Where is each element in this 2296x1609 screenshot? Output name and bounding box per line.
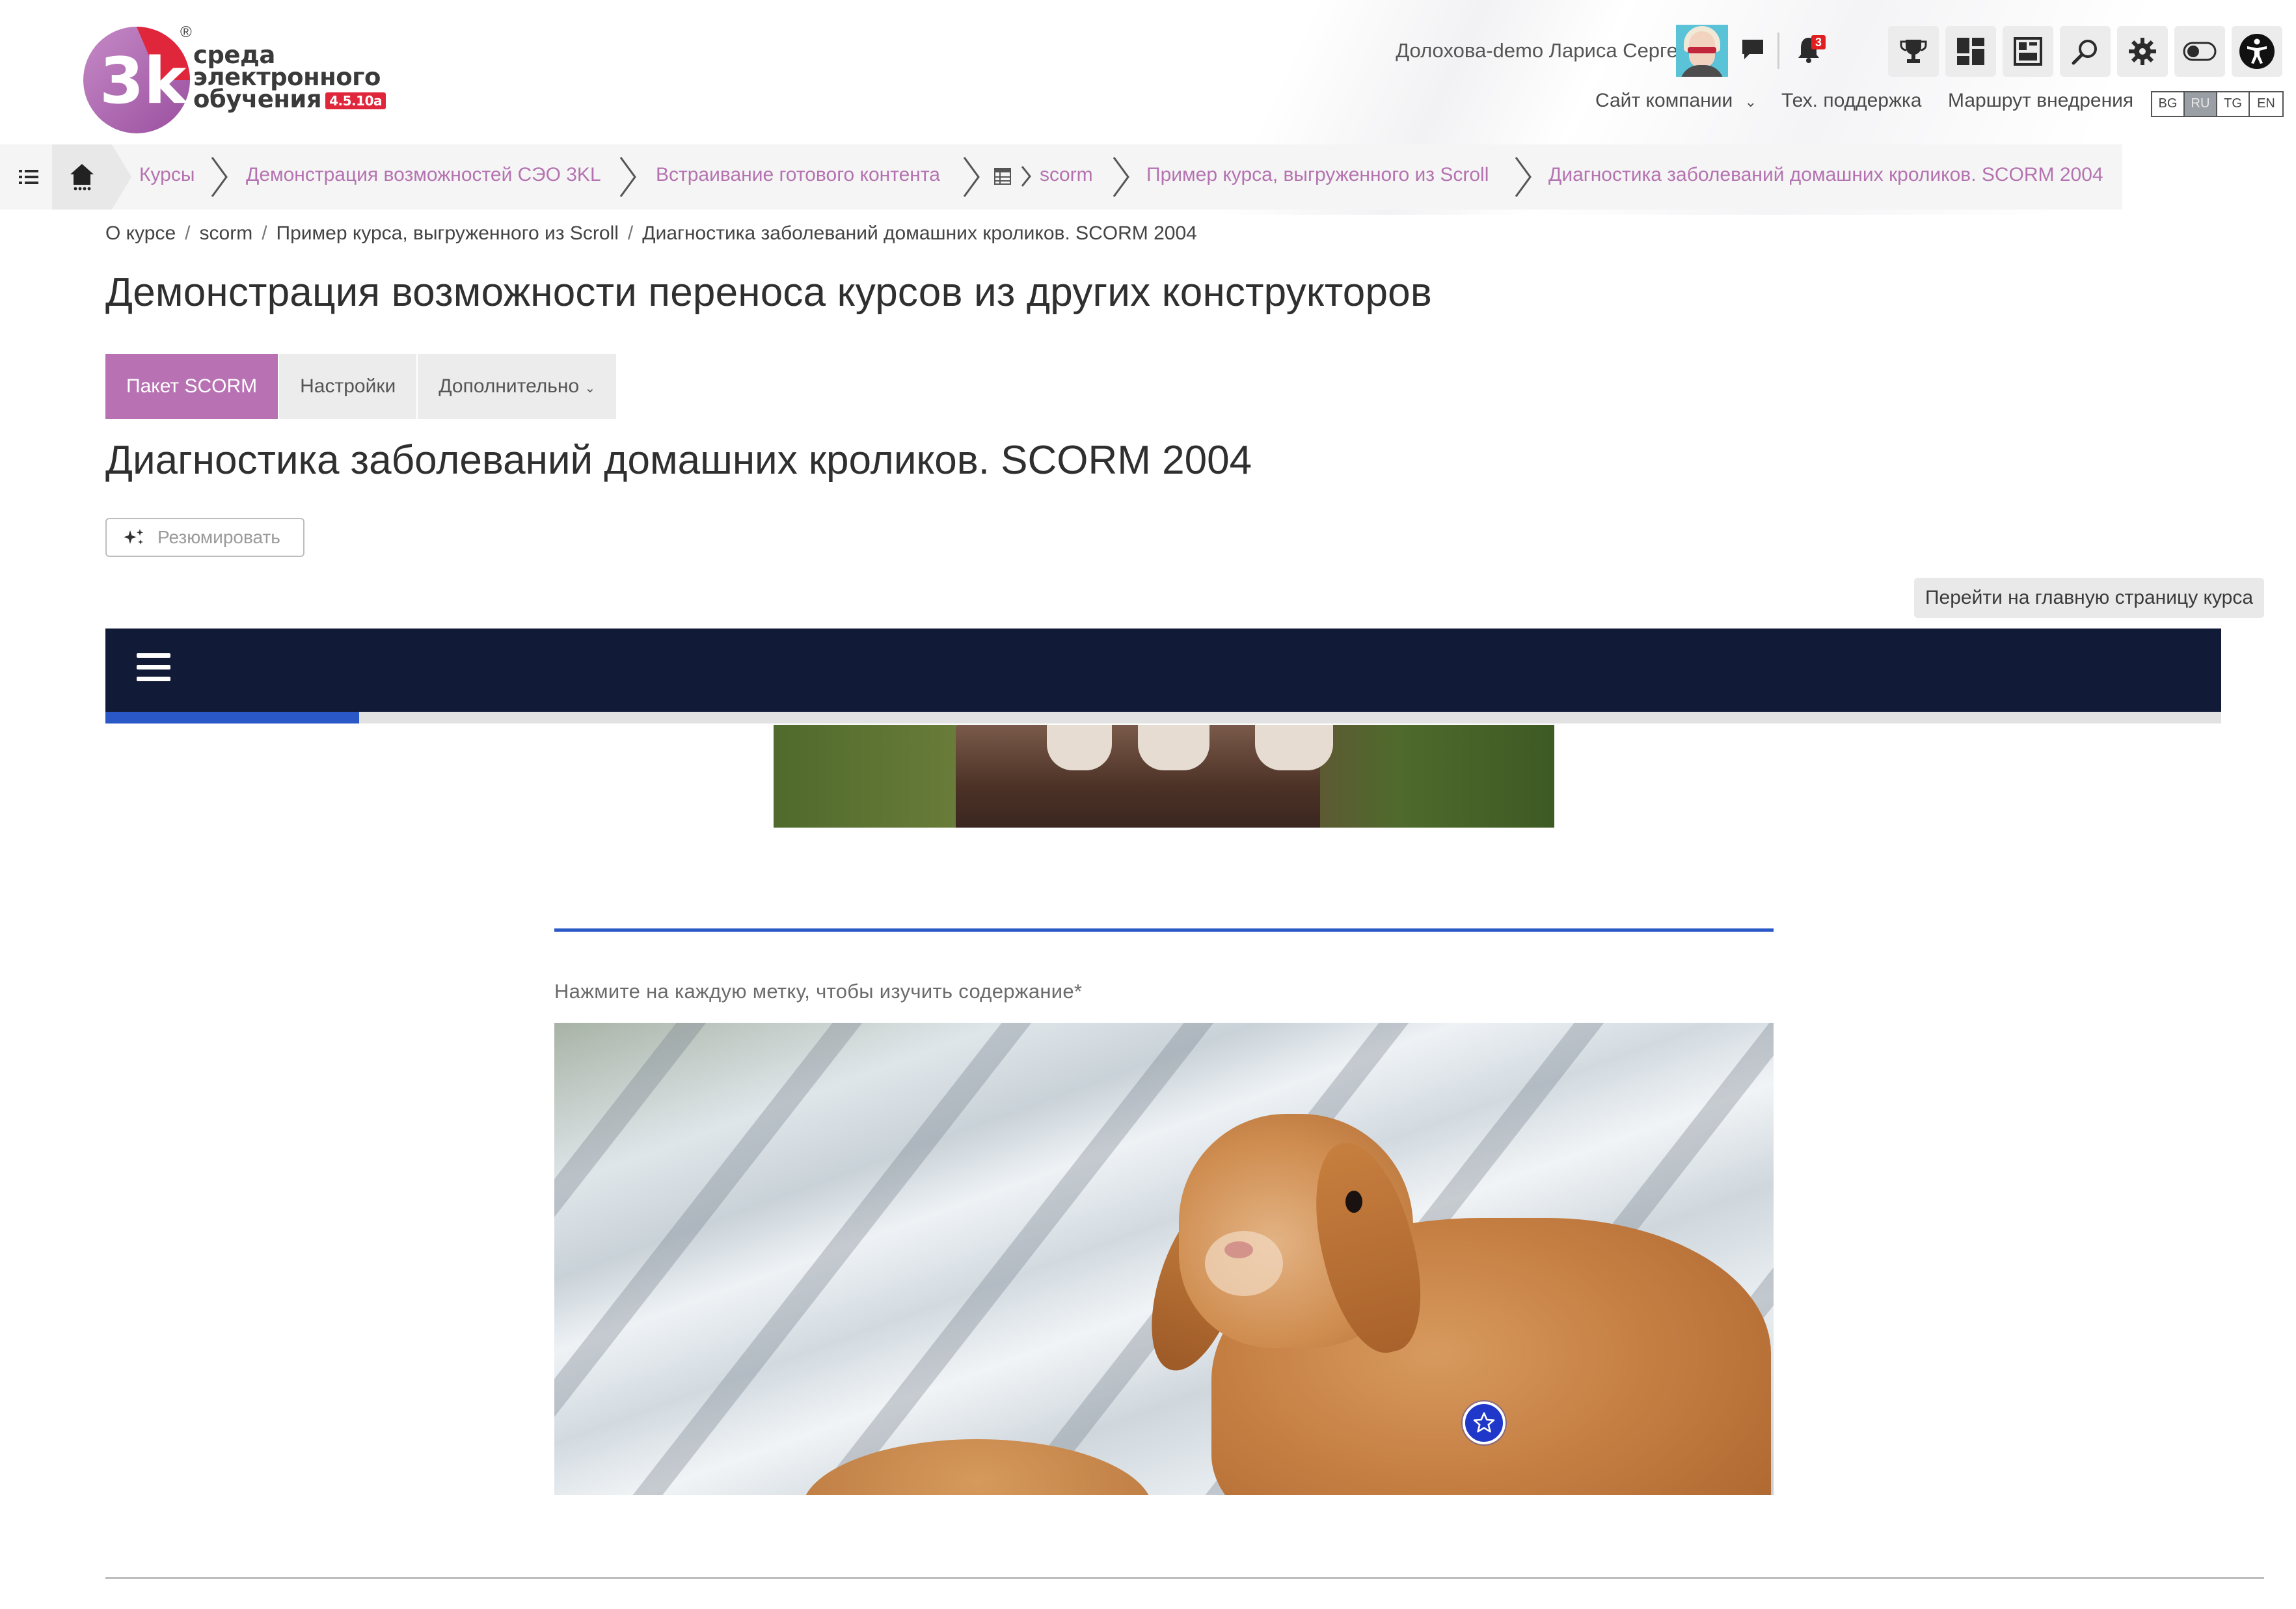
chevron-right-icon	[1113, 157, 1129, 197]
logo-line-3: обучения	[193, 85, 322, 113]
sub-breadcrumb: О курсе / scorm / Пример курса, выгруженного…	[105, 223, 1197, 245]
sub-breadcrumb-scorm[interactable]: scorm	[200, 223, 253, 244]
footer-divider	[105, 1577, 2264, 1579]
support-link[interactable]: Тех. поддержка	[1781, 90, 1922, 112]
version-badge: 4.5.10a	[325, 92, 386, 109]
grades-icon[interactable]	[2003, 26, 2053, 77]
sub-breadcrumb-current: Диагностика заболеваний домашних кролико…	[642, 223, 1197, 244]
gear-icon[interactable]	[2117, 26, 2168, 77]
scorm-title: Диагностика заболеваний домашних кролико…	[105, 438, 1252, 483]
chevron-right-icon	[211, 157, 228, 197]
goto-course-button[interactable]: Перейти на главную страницу курса	[1914, 578, 2264, 618]
toggle-icon[interactable]	[2174, 26, 2225, 77]
chevron-right-icon	[963, 157, 980, 197]
progress-fill	[105, 712, 359, 723]
lang-tg[interactable]: TG	[2217, 92, 2250, 116]
chevron-down-icon: ⌄	[1744, 94, 1757, 110]
tab-bar: Пакет SCORM Настройки Дополнительно ⌄	[105, 354, 618, 419]
registered-mark: ®	[180, 23, 192, 41]
breadcrumb-item-example[interactable]: Пример курса, выгруженного из Scroll	[1146, 164, 1489, 186]
tab-scorm-package[interactable]: Пакет SCORM	[105, 354, 280, 419]
lang-en[interactable]: EN	[2250, 92, 2282, 116]
chat-icon[interactable]	[1733, 30, 1772, 69]
star-icon	[1473, 1412, 1495, 1433]
breadcrumb-item-courses[interactable]: Курсы	[139, 164, 195, 186]
lang-ru[interactable]: RU	[2185, 92, 2217, 116]
company-site-link[interactable]: Сайт компании ⌄	[1595, 90, 1757, 112]
sparkle-icon	[124, 529, 143, 545]
breadcrumb-item-embed[interactable]: Встраивание готового контента	[656, 164, 940, 186]
hotspot-marker[interactable]	[1463, 1401, 1506, 1444]
player-toolbar	[105, 629, 2221, 712]
breadcrumb-item-current[interactable]: Диагностика заболеваний домашних кролико…	[1548, 164, 2103, 186]
menu-list-icon[interactable]	[9, 148, 48, 206]
dashboard-icon[interactable]	[1945, 26, 1996, 77]
sub-breadcrumb-example[interactable]: Пример курса, выгруженного из Scroll	[277, 223, 619, 244]
breadcrumb-item-scorm[interactable]: scorm	[1040, 164, 1093, 186]
page-title: Демонстрация возможности переноса курсов…	[105, 270, 1432, 315]
chevron-down-icon: ⌄	[584, 381, 596, 396]
summarize-label: Резюмировать	[157, 527, 280, 547]
route-link[interactable]: Маршрут внедрения	[1948, 90, 2133, 112]
sub-breadcrumb-separator: /	[262, 223, 267, 244]
home-tab-tip	[112, 144, 131, 210]
sub-breadcrumb-separator: /	[627, 223, 634, 244]
tab-more-label: Дополнительно	[439, 375, 580, 397]
logo-mark-icon: 3k	[83, 27, 190, 133]
progress-track	[105, 712, 2221, 723]
avatar[interactable]	[1676, 25, 1728, 77]
chevron-right-icon	[1021, 166, 1031, 187]
home-button[interactable]	[52, 144, 112, 210]
accessibility-icon[interactable]	[2232, 26, 2282, 77]
hamburger-menu-icon[interactable]	[137, 653, 170, 683]
tab-more[interactable]: Дополнительно ⌄	[418, 354, 618, 419]
table-icon	[994, 168, 1011, 185]
language-switcher: BG RU TG EN	[2151, 91, 2284, 117]
notification-badge: 3	[1811, 35, 1826, 49]
section-divider	[554, 928, 1774, 932]
summarize-button[interactable]: Резюмировать	[105, 518, 304, 557]
home-icon	[70, 164, 94, 191]
header-divider	[1777, 33, 1779, 69]
search-icon[interactable]	[2060, 26, 2111, 77]
user-name[interactable]: Долохова-demo Лариса Сергеевна	[1396, 39, 1722, 62]
rabbit-paws-image	[774, 725, 1554, 828]
sub-breadcrumb-separator: /	[185, 223, 191, 244]
lang-bg[interactable]: BG	[2152, 92, 2185, 116]
logo-mark-text: 3k	[100, 44, 188, 118]
rabbit-image	[554, 1023, 1774, 1495]
company-site-label: Сайт компании	[1595, 90, 1733, 111]
tab-settings[interactable]: Настройки	[279, 354, 418, 419]
chevron-right-icon	[1515, 157, 1532, 197]
bell-icon[interactable]: 3	[1789, 30, 1828, 69]
logo[interactable]: 3k ® среда электронного обучения 4.5.10a	[81, 20, 386, 137]
sub-breadcrumb-about[interactable]: О курсе	[105, 223, 176, 244]
logo-text: среда электронного обучения 4.5.10a	[193, 43, 386, 113]
chevron-right-icon	[619, 157, 636, 197]
instruction-text: Нажмите на каждую метку, чтобы изучить с…	[554, 980, 1083, 1003]
breadcrumb-item-demo[interactable]: Демонстрация возможностей СЭО 3KL	[246, 164, 601, 186]
trophy-icon[interactable]	[1888, 26, 1939, 77]
